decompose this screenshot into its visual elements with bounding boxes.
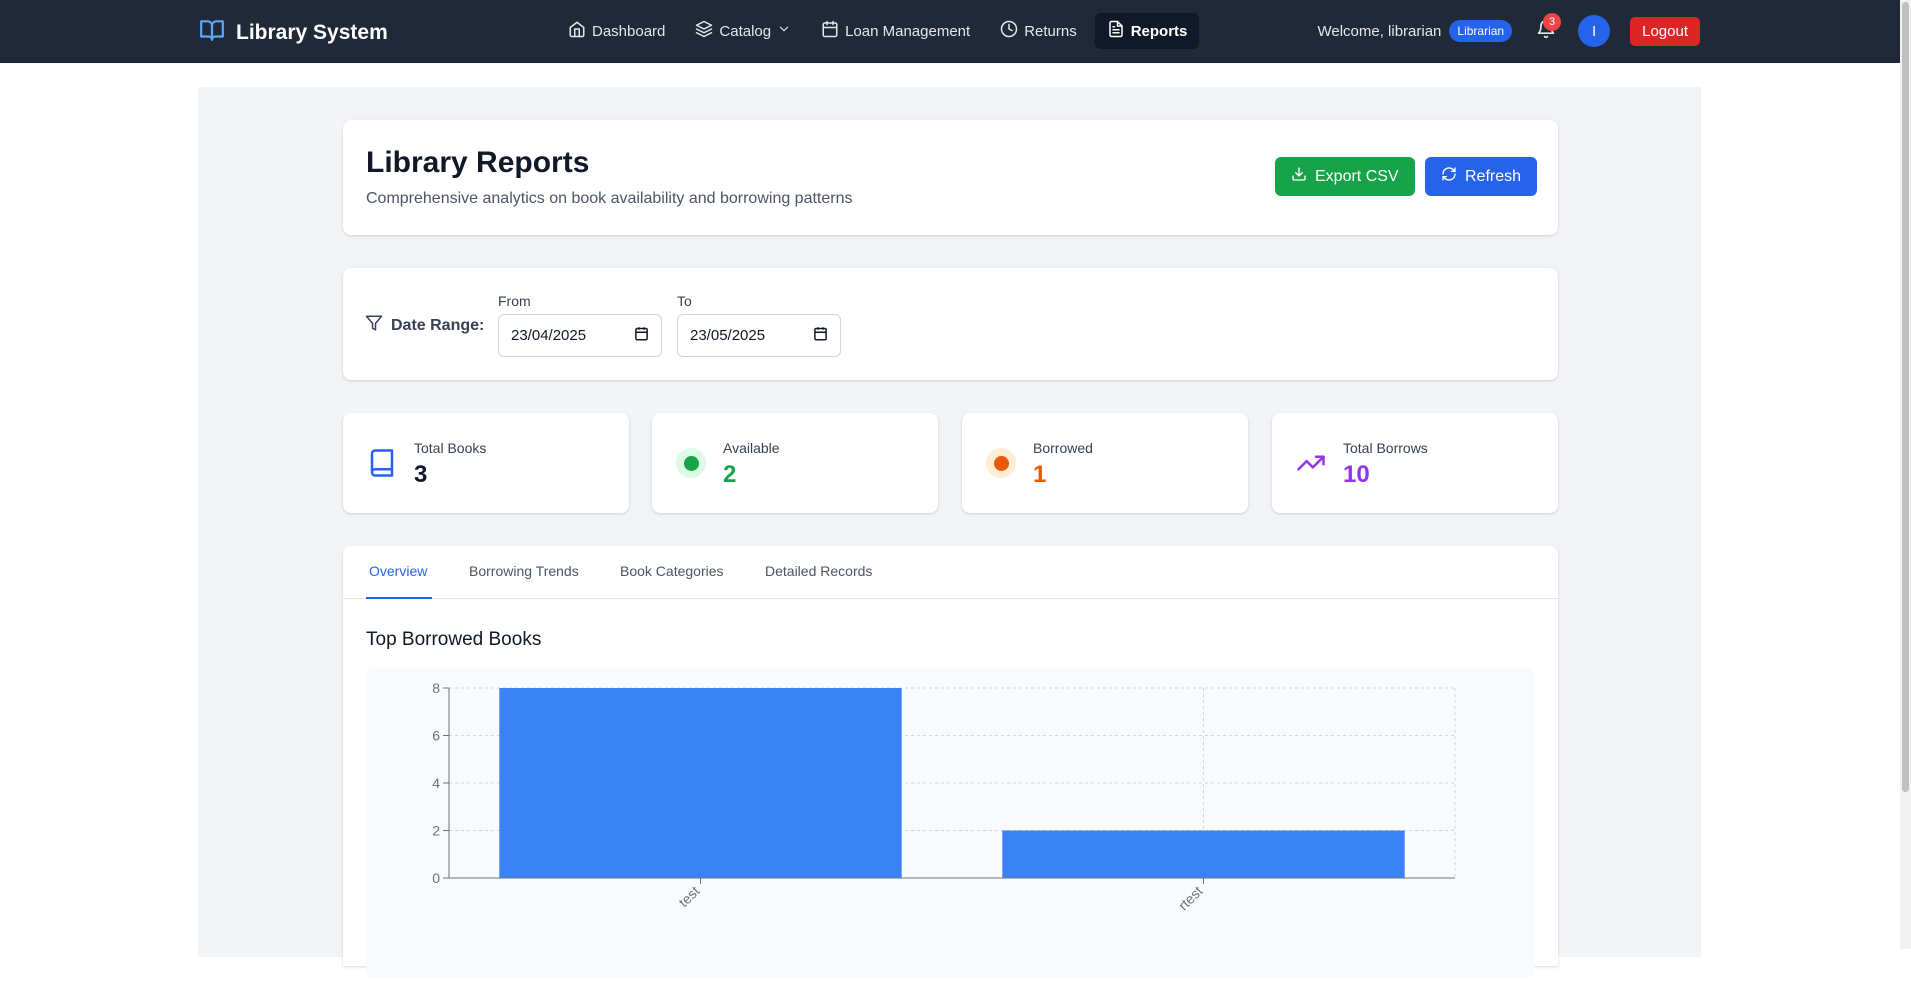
date-range-text: Date Range: xyxy=(391,316,485,334)
nav-reports[interactable]: Reports xyxy=(1094,13,1200,49)
nav-links: Dashboard Catalog Loan Management Return… xyxy=(556,13,1200,49)
to-date-value: 23/05/2025 xyxy=(690,327,766,344)
calendar-icon xyxy=(821,20,839,42)
scrollbar-thumb[interactable] xyxy=(1902,2,1909,792)
stat-label: Borrowed xyxy=(1033,440,1093,456)
from-date-input[interactable]: 23/04/2025 xyxy=(498,314,662,357)
section-title: Top Borrowed Books xyxy=(366,629,542,650)
welcome-text: Welcome, librarian xyxy=(1317,22,1442,40)
x-tick-label: rtest xyxy=(1175,883,1206,914)
y-tick-label: 6 xyxy=(432,728,440,744)
stat-value: 10 xyxy=(1343,461,1370,488)
refresh-button[interactable]: Refresh xyxy=(1425,157,1538,196)
refresh-icon xyxy=(1441,166,1457,187)
top-borrowed-books-chart: 0 2 4 6 8 test rtest xyxy=(366,668,1535,978)
borrowed-dot-icon xyxy=(986,448,1016,478)
nav-user-area: Welcome, librarian Librarian 3 I Logout xyxy=(1317,13,1700,49)
y-tick-label: 8 xyxy=(432,680,440,696)
download-icon xyxy=(1291,166,1307,187)
brand-name: Library System xyxy=(236,21,388,44)
clock-icon xyxy=(1000,20,1018,42)
nav-catalog[interactable]: Catalog xyxy=(683,13,803,49)
avatar[interactable]: I xyxy=(1578,15,1611,47)
calendar-picker-icon[interactable] xyxy=(813,326,828,345)
stat-card-available: Available 2 xyxy=(652,413,938,513)
nav-dashboard[interactable]: Dashboard xyxy=(556,13,677,49)
stat-card-total-books: Total Books 3 xyxy=(343,413,629,513)
scrollbar[interactable] xyxy=(1900,0,1911,949)
tab-bar: Overview Borrowing Trends Book Categorie… xyxy=(343,546,1558,599)
x-tick-label: test xyxy=(675,883,702,910)
logout-button[interactable]: Logout xyxy=(1630,16,1700,46)
stat-value: 1 xyxy=(1033,461,1047,488)
refresh-label: Refresh xyxy=(1465,167,1522,185)
nav-loan-management-label: Loan Management xyxy=(845,22,971,40)
brand[interactable]: Library System xyxy=(198,17,388,49)
nav-dashboard-label: Dashboard xyxy=(592,22,666,40)
tab-borrowing-trends[interactable]: Borrowing Trends xyxy=(469,563,579,579)
nav-loan-management[interactable]: Loan Management xyxy=(809,13,982,49)
notifications-button[interactable]: 3 xyxy=(1528,13,1564,49)
nav-returns-label: Returns xyxy=(1024,22,1077,40)
date-range-filter-card: Date Range: From 23/04/2025 To 23/05/202… xyxy=(343,268,1558,380)
chevron-down-icon xyxy=(777,22,791,40)
layers-icon xyxy=(695,20,713,42)
notification-count-badge: 3 xyxy=(1543,13,1562,31)
bar-chart-svg: 0 2 4 6 8 test rtest xyxy=(432,680,1456,914)
report-tabs-card: Overview Borrowing Trends Book Categorie… xyxy=(343,546,1558,978)
page-title: Library Reports xyxy=(366,146,590,179)
to-label: To xyxy=(677,293,692,309)
export-csv-label: Export CSV xyxy=(1315,167,1399,185)
role-badge: Librarian xyxy=(1449,20,1513,42)
calendar-picker-icon[interactable] xyxy=(634,326,649,345)
open-book-icon xyxy=(198,17,226,49)
stat-value: 3 xyxy=(414,461,428,488)
book-icon xyxy=(367,448,397,478)
navbar: Library System Dashboard Catalog Loan Ma… xyxy=(0,0,1900,63)
y-tick-label: 0 xyxy=(432,870,440,886)
from-date-value: 23/04/2025 xyxy=(511,327,587,344)
stat-label: Total Books xyxy=(414,440,487,456)
home-icon xyxy=(568,20,586,42)
trending-up-icon xyxy=(1296,448,1326,478)
stat-value: 2 xyxy=(723,461,737,488)
active-tab-indicator xyxy=(366,597,432,599)
nav-reports-label: Reports xyxy=(1130,22,1188,40)
nav-returns[interactable]: Returns xyxy=(988,13,1089,49)
date-range-label: Date Range: xyxy=(365,314,484,337)
stat-label: Available xyxy=(723,440,780,456)
filter-icon xyxy=(365,314,383,337)
page-subtitle: Comprehensive analytics on book availabi… xyxy=(366,190,853,207)
bar-rtest xyxy=(1002,830,1405,878)
tab-book-categories[interactable]: Book Categories xyxy=(620,563,724,579)
y-tick-label: 2 xyxy=(432,823,440,839)
stat-label: Total Borrows xyxy=(1343,440,1428,456)
stat-card-borrowed: Borrowed 1 xyxy=(962,413,1248,513)
y-tick-label: 4 xyxy=(432,775,440,791)
to-date-input[interactable]: 23/05/2025 xyxy=(677,314,841,357)
nav-catalog-label: Catalog xyxy=(719,22,772,40)
reports-header-card: Library Reports Comprehensive analytics … xyxy=(343,120,1558,235)
tab-detailed-records[interactable]: Detailed Records xyxy=(765,563,872,579)
tab-overview[interactable]: Overview xyxy=(369,563,427,579)
from-label: From xyxy=(498,293,531,309)
available-dot-icon xyxy=(676,448,706,478)
stat-card-total-borrows: Total Borrows 10 xyxy=(1272,413,1558,513)
file-text-icon xyxy=(1107,20,1125,42)
export-csv-button[interactable]: Export CSV xyxy=(1275,157,1415,196)
bar-test xyxy=(499,688,902,878)
